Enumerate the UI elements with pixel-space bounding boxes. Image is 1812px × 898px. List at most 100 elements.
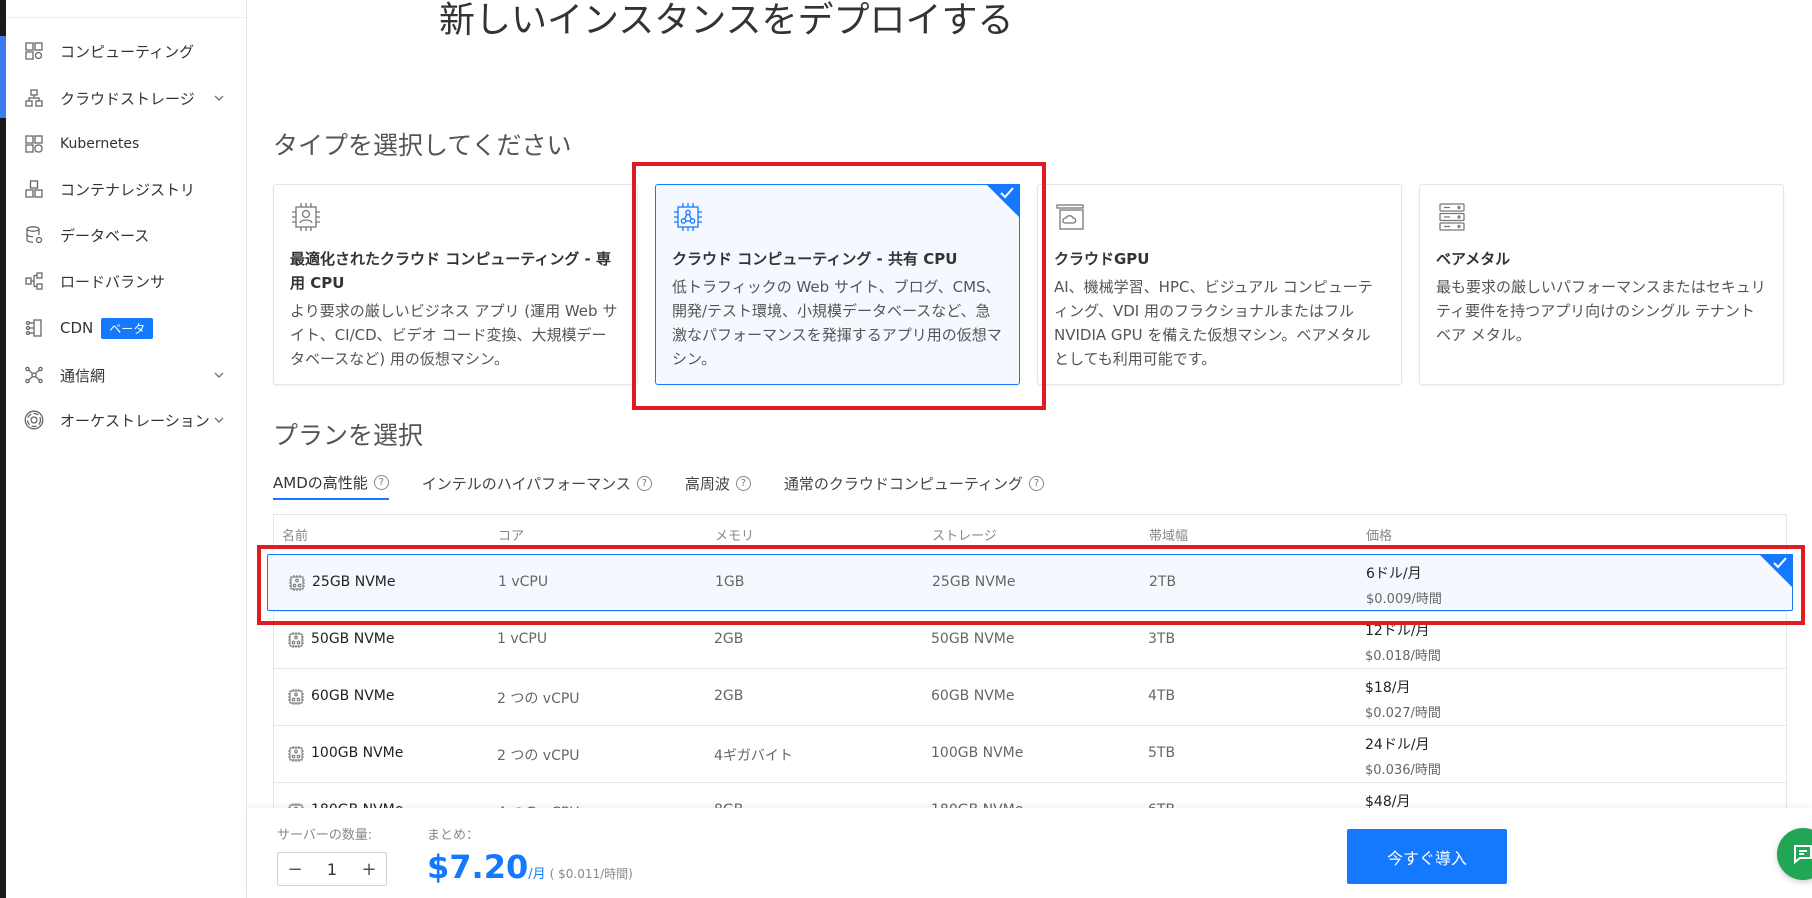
column-header: 価格 bbox=[1366, 529, 1393, 544]
sidebar-item-orchestration[interactable]: オーケストレーション bbox=[6, 400, 247, 440]
column-header: 名前 bbox=[282, 529, 309, 544]
type-card-desc: 低トラフィックの Web サイト、ブログ、CMS、開発/テスト環境、小規模データ… bbox=[672, 278, 1002, 368]
help-icon[interactable]: ? bbox=[735, 475, 751, 491]
sidebar-item-compute[interactable]: コンピューティング bbox=[6, 31, 247, 71]
cpu-share-icon bbox=[674, 203, 702, 231]
cell-memory: 1GB bbox=[715, 574, 745, 590]
cell-price: 6ドル/月 $0.009/時間 bbox=[1366, 563, 1442, 607]
column-header: コア bbox=[498, 529, 525, 544]
chevron-down-icon bbox=[214, 95, 224, 101]
tab-regular-cloud-compute[interactable]: 通常のクラウドコンピューティング? bbox=[784, 466, 1044, 500]
type-section-title: タイプを選択してください bbox=[273, 131, 572, 160]
page-title: 新しいインスタンスをデプロイする bbox=[439, 0, 1014, 41]
table-row[interactable]: 25GB NVMe 1 vCPU 1GB 25GB NVMe 2TB 6ドル/月 $0.00… bbox=[267, 554, 1793, 611]
sidebar-item-label: コンテナレジストリ bbox=[60, 180, 196, 199]
type-card-shared-cpu[interactable]: クラウド コンピューティング - 共有 CPU 低トラフィックの Web サイト… bbox=[655, 184, 1020, 385]
plan-cpu-icon bbox=[287, 688, 305, 706]
sidebar-item-load-balancer[interactable]: ロードバランサ bbox=[6, 261, 247, 301]
table-row[interactable]: 100GB NVMe 2 つの vCPU 4ギガバイト 100GB NVMe 5TB 24… bbox=[273, 725, 1787, 782]
beta-badge: ベータ bbox=[101, 317, 154, 339]
orchestration-icon bbox=[23, 409, 45, 431]
type-card-cloud-gpu[interactable]: クラウドGPU AI、機械学習、HPC、ビジュアル コンピューティング、VDI … bbox=[1037, 184, 1402, 385]
summary-price: $7.20/月( $0.011/時間) bbox=[427, 848, 633, 886]
network-icon bbox=[23, 364, 45, 386]
column-header: ストレージ bbox=[932, 529, 997, 544]
sidebar-item-kubernetes[interactable]: Kubernetes bbox=[6, 124, 247, 164]
help-icon[interactable]: ? bbox=[373, 474, 389, 490]
cell-cpu: 2 つの vCPU bbox=[497, 748, 580, 764]
type-card-desc: 最も要求の厳しいパフォーマンスまたはセキュリティ要件を持つアプリ向けのシングル … bbox=[1436, 278, 1766, 344]
cell-name: 25GB NVMe bbox=[312, 574, 396, 590]
table-row[interactable]: 60GB NVMe 2 つの vCPU 2GB 60GB NVMe 4TB $18/月 $0… bbox=[273, 668, 1787, 725]
type-card-dedicated-cpu[interactable]: 最適化されたクラウド コンピューティング - 専用 CPU より要求の厳しいビジ… bbox=[273, 184, 638, 385]
cell-name: 50GB NVMe bbox=[311, 631, 395, 647]
load-balancer-icon bbox=[23, 270, 45, 292]
cell-name: 60GB NVMe bbox=[311, 688, 395, 704]
cell-price: $18/月 $0.027/時間 bbox=[1365, 677, 1441, 721]
price-hour: $0.009/時間 bbox=[1366, 592, 1442, 607]
plan-cpu-icon bbox=[287, 631, 305, 649]
server-rack-icon bbox=[1439, 203, 1465, 231]
tab-high-frequency[interactable]: 高周波? bbox=[685, 466, 751, 500]
checkmark-icon bbox=[1773, 557, 1787, 569]
sidebar-item-network[interactable]: 通信網 bbox=[6, 355, 247, 395]
plan-section-title: プランを選択 bbox=[273, 421, 424, 450]
type-card-title: クラウドGPU bbox=[1054, 250, 1150, 268]
type-card-title: 最適化されたクラウド コンピューティング - 専用 CPU bbox=[290, 250, 611, 292]
quantity-value[interactable]: 1 bbox=[312, 860, 352, 879]
sidebar-item-label: 通信網 bbox=[60, 366, 106, 385]
cell-bandwidth: 3TB bbox=[1148, 631, 1176, 647]
cell-bandwidth: 4TB bbox=[1148, 688, 1176, 704]
type-card-bare-metal[interactable]: ベアメタル 最も要求の厳しいパフォーマンスまたはセキュリティ要件を持つアプリ向け… bbox=[1419, 184, 1784, 385]
cell-memory: 2GB bbox=[714, 688, 744, 704]
sidebar-item-cdn[interactable]: CDN ベータ bbox=[6, 308, 247, 348]
sidebar-item-label: コンピューティング bbox=[60, 42, 195, 61]
plan-cpu-icon bbox=[287, 745, 305, 763]
cell-cpu: 1 vCPU bbox=[497, 631, 548, 647]
checkmark-icon bbox=[1000, 187, 1014, 199]
price-month: $18/月 bbox=[1365, 680, 1411, 696]
sidebar-item-label: ロードバランサ bbox=[60, 272, 166, 291]
sidebar-item-label: オーケストレーション bbox=[60, 411, 210, 430]
column-header: 帯域幅 bbox=[1149, 529, 1189, 544]
storage-icon bbox=[23, 87, 45, 109]
cell-bandwidth: 2TB bbox=[1149, 574, 1177, 590]
chevron-down-icon bbox=[214, 372, 224, 378]
sidebar-item-label: データベース bbox=[60, 226, 150, 245]
sidebar-item-registry[interactable]: コンテナレジストリ bbox=[6, 169, 247, 209]
price-hour: $0.036/時間 bbox=[1365, 763, 1441, 778]
cell-storage: 25GB NVMe bbox=[932, 574, 1016, 590]
cell-storage: 100GB NVMe bbox=[931, 745, 1024, 761]
tab-intel-high-performance[interactable]: インテルのハイパフォーマンス? bbox=[422, 466, 652, 500]
help-icon[interactable]: ? bbox=[1029, 475, 1044, 491]
cell-cpu: 2 つの vCPU bbox=[497, 691, 580, 707]
registry-icon bbox=[23, 178, 45, 200]
type-card-title: ベアメタル bbox=[1436, 250, 1511, 268]
type-card-desc: AI、機械学習、HPC、ビジュアル コンピューティング、VDI 用のフラクショナ… bbox=[1054, 278, 1373, 368]
deploy-now-button[interactable]: 今すぐ導入 bbox=[1347, 829, 1507, 884]
cell-cpu: 1 vCPU bbox=[498, 574, 549, 590]
quantity-label: サーバーの数量: bbox=[277, 828, 373, 843]
sidebar-item-database[interactable]: データベース bbox=[6, 215, 247, 255]
compute-icon bbox=[23, 40, 45, 62]
price-month: 6ドル/月 bbox=[1366, 566, 1422, 582]
price-hour: $0.018/時間 bbox=[1365, 649, 1441, 664]
cell-price: 24ドル/月 $0.036/時間 bbox=[1365, 734, 1441, 778]
main-content: 新しいインスタンスをデプロイする タイプを選択してください 最適化されたクラウド… bbox=[247, 0, 1812, 898]
sidebar-item-storage[interactable]: クラウドストレージ bbox=[6, 78, 247, 118]
decrement-button[interactable]: − bbox=[278, 853, 312, 885]
cell-memory: 2GB bbox=[714, 631, 744, 647]
tab-amd-high-performance[interactable]: AMDの高性能? bbox=[273, 466, 389, 500]
help-icon[interactable]: ? bbox=[636, 475, 652, 491]
chat-icon bbox=[1794, 845, 1812, 865]
chevron-down-icon bbox=[214, 417, 224, 423]
summary-label: まとめ： bbox=[427, 828, 480, 843]
table-row[interactable]: 50GB NVMe 1 vCPU 2GB 50GB NVMe 3TB 12ドル/月 $0.0… bbox=[273, 611, 1787, 668]
sidebar-item-label: CDN ベータ bbox=[60, 317, 154, 339]
quantity-stepper: − 1 + bbox=[277, 852, 387, 886]
price-month: 24ドル/月 bbox=[1365, 737, 1430, 753]
cell-storage: 50GB NVMe bbox=[931, 631, 1015, 647]
cell-name: 100GB NVMe bbox=[311, 745, 404, 761]
order-bar: サーバーの数量: − 1 + まとめ： $7.20/月( $0.011/時間) … bbox=[247, 808, 1812, 898]
increment-button[interactable]: + bbox=[352, 853, 386, 885]
